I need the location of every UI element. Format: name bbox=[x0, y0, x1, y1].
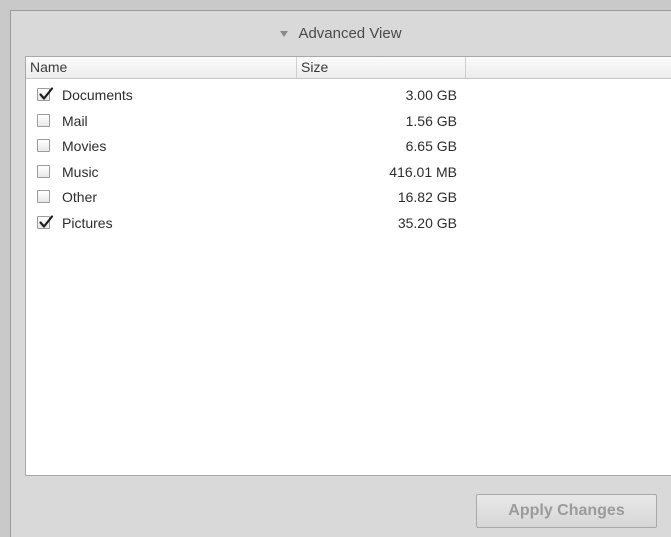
folder-size: 3.00 GB bbox=[405, 87, 457, 103]
table-row[interactable]: Music 416.01 MB bbox=[26, 160, 671, 186]
folder-name: Movies bbox=[62, 138, 107, 155]
column-header-name[interactable]: Name bbox=[26, 57, 297, 78]
folder-name: Documents bbox=[62, 87, 133, 103]
backup-panel: Advanced View Name Size Documents 3.00 G… bbox=[10, 10, 671, 537]
table-row[interactable]: Documents 3.00 GB bbox=[26, 83, 671, 109]
folder-size: 1.56 GB bbox=[405, 112, 457, 129]
checkbox[interactable] bbox=[37, 164, 50, 178]
advanced-view-toggle[interactable]: Advanced View bbox=[11, 22, 671, 44]
column-header-size[interactable]: Size bbox=[297, 57, 466, 78]
table-body: Documents 3.00 GB Mail 1.56 GB Movies 6.… bbox=[26, 83, 671, 237]
folder-size: 35.20 GB bbox=[397, 214, 457, 231]
table-row[interactable]: Other 16.82 GB bbox=[26, 185, 671, 211]
checkbox[interactable] bbox=[37, 190, 50, 204]
table-row[interactable]: Movies 6.65 GB bbox=[26, 134, 671, 160]
table-row[interactable]: Pictures 35.20 GB bbox=[26, 211, 671, 237]
column-header-empty bbox=[466, 57, 671, 78]
table-row[interactable]: Mail 1.56 GB bbox=[26, 109, 671, 135]
advanced-view-label: Advanced View bbox=[298, 24, 402, 42]
folder-name: Other bbox=[62, 189, 98, 206]
folder-name: Music bbox=[62, 163, 99, 180]
checkbox[interactable] bbox=[37, 139, 50, 153]
apply-changes-button[interactable]: Apply Changes bbox=[476, 494, 657, 528]
folder-name: Mail bbox=[62, 112, 88, 129]
folder-size: 16.82 GB bbox=[397, 189, 457, 206]
folder-size: 416.01 MB bbox=[389, 163, 457, 180]
table-header: Name Size bbox=[26, 57, 671, 79]
checkbox[interactable] bbox=[37, 87, 54, 101]
folder-name: Pictures bbox=[62, 214, 113, 231]
checkmark-icon bbox=[39, 87, 54, 100]
checkbox[interactable] bbox=[37, 113, 50, 127]
folder-table: Name Size Documents 3.00 GB Mail 1.56 GB… bbox=[25, 56, 671, 476]
checkbox[interactable] bbox=[37, 215, 54, 229]
triangle-down-icon bbox=[280, 31, 289, 37]
checkmark-icon bbox=[39, 215, 54, 228]
folder-size: 6.65 GB bbox=[405, 138, 457, 155]
